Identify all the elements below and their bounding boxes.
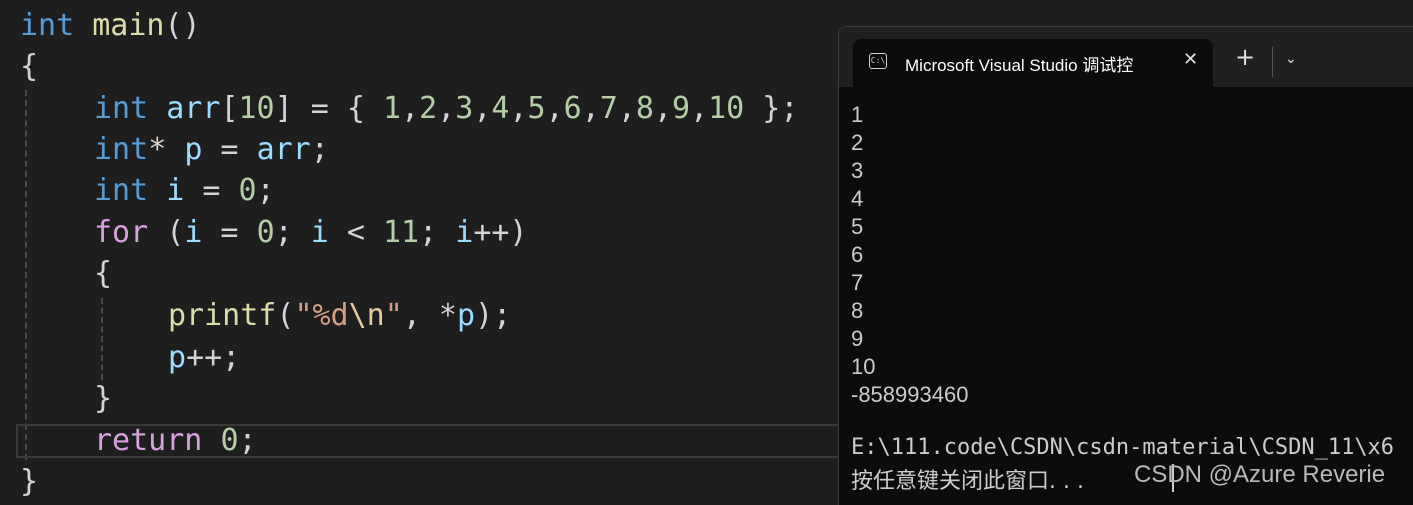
terminal-icon: C:\ bbox=[869, 53, 887, 69]
code-line-1: int main() bbox=[20, 8, 201, 43]
code-line-11: return 0; bbox=[94, 423, 257, 458]
console-titlebar[interactable]: C:\ Microsoft Visual Studio 调试控 ✕ + ⌄ bbox=[839, 27, 1413, 87]
code-line-7: { bbox=[94, 256, 113, 291]
output-line: 5 bbox=[851, 214, 864, 239]
code-line-8: printf("%d\n", *p); bbox=[168, 298, 512, 333]
code-line-5: int i = 0; bbox=[94, 173, 275, 208]
debug-console-window[interactable]: C:\ Microsoft Visual Studio 调试控 ✕ + ⌄ 1 … bbox=[838, 26, 1413, 505]
close-prompt-line: 按任意键关闭此窗口. . . bbox=[851, 469, 1084, 494]
output-line: 8 bbox=[851, 298, 864, 323]
code-line-10: } bbox=[94, 381, 113, 416]
indent-guide-inner bbox=[101, 298, 103, 380]
exit-path-line: E:\111.code\CSDN\csdn-material\CSDN_11\x… bbox=[851, 435, 1395, 460]
output-line: 9 bbox=[851, 326, 864, 351]
watermark: CSDN @Azure Reverie bbox=[1134, 461, 1386, 488]
output-line: 3 bbox=[851, 158, 864, 183]
output-line: 1 bbox=[851, 102, 864, 127]
output-line: 4 bbox=[851, 186, 864, 211]
code-line-9: p++; bbox=[168, 340, 241, 375]
chevron-down-icon[interactable]: ⌄ bbox=[1285, 51, 1297, 67]
indent-guide-outer bbox=[25, 90, 27, 460]
code-line-3: int arr[10] = { 1,2,3,4,5,6,7,8,9,10 }; bbox=[94, 91, 799, 126]
code-line-4: int* p = arr; bbox=[94, 132, 329, 167]
console-tab[interactable]: C:\ Microsoft Visual Studio 调试控 ✕ bbox=[853, 39, 1213, 87]
code-line-6: for (i = 0; i < 11; i++) bbox=[94, 215, 528, 250]
new-tab-button[interactable]: + bbox=[1235, 45, 1255, 69]
output-line: 2 bbox=[851, 130, 864, 155]
code-line-12: } bbox=[20, 464, 39, 499]
output-line: 6 bbox=[851, 242, 864, 267]
output-line: -858993460 bbox=[851, 382, 969, 407]
close-icon[interactable]: ✕ bbox=[1183, 49, 1198, 70]
code-line-2: { bbox=[20, 49, 39, 84]
tab-divider bbox=[1272, 47, 1273, 77]
console-output: 1 2 3 4 5 6 7 8 9 10 -858993460 bbox=[851, 101, 968, 409]
output-line: 7 bbox=[851, 270, 864, 295]
output-line: 10 bbox=[851, 354, 876, 379]
tab-title: Microsoft Visual Studio 调试控 bbox=[905, 56, 1134, 75]
